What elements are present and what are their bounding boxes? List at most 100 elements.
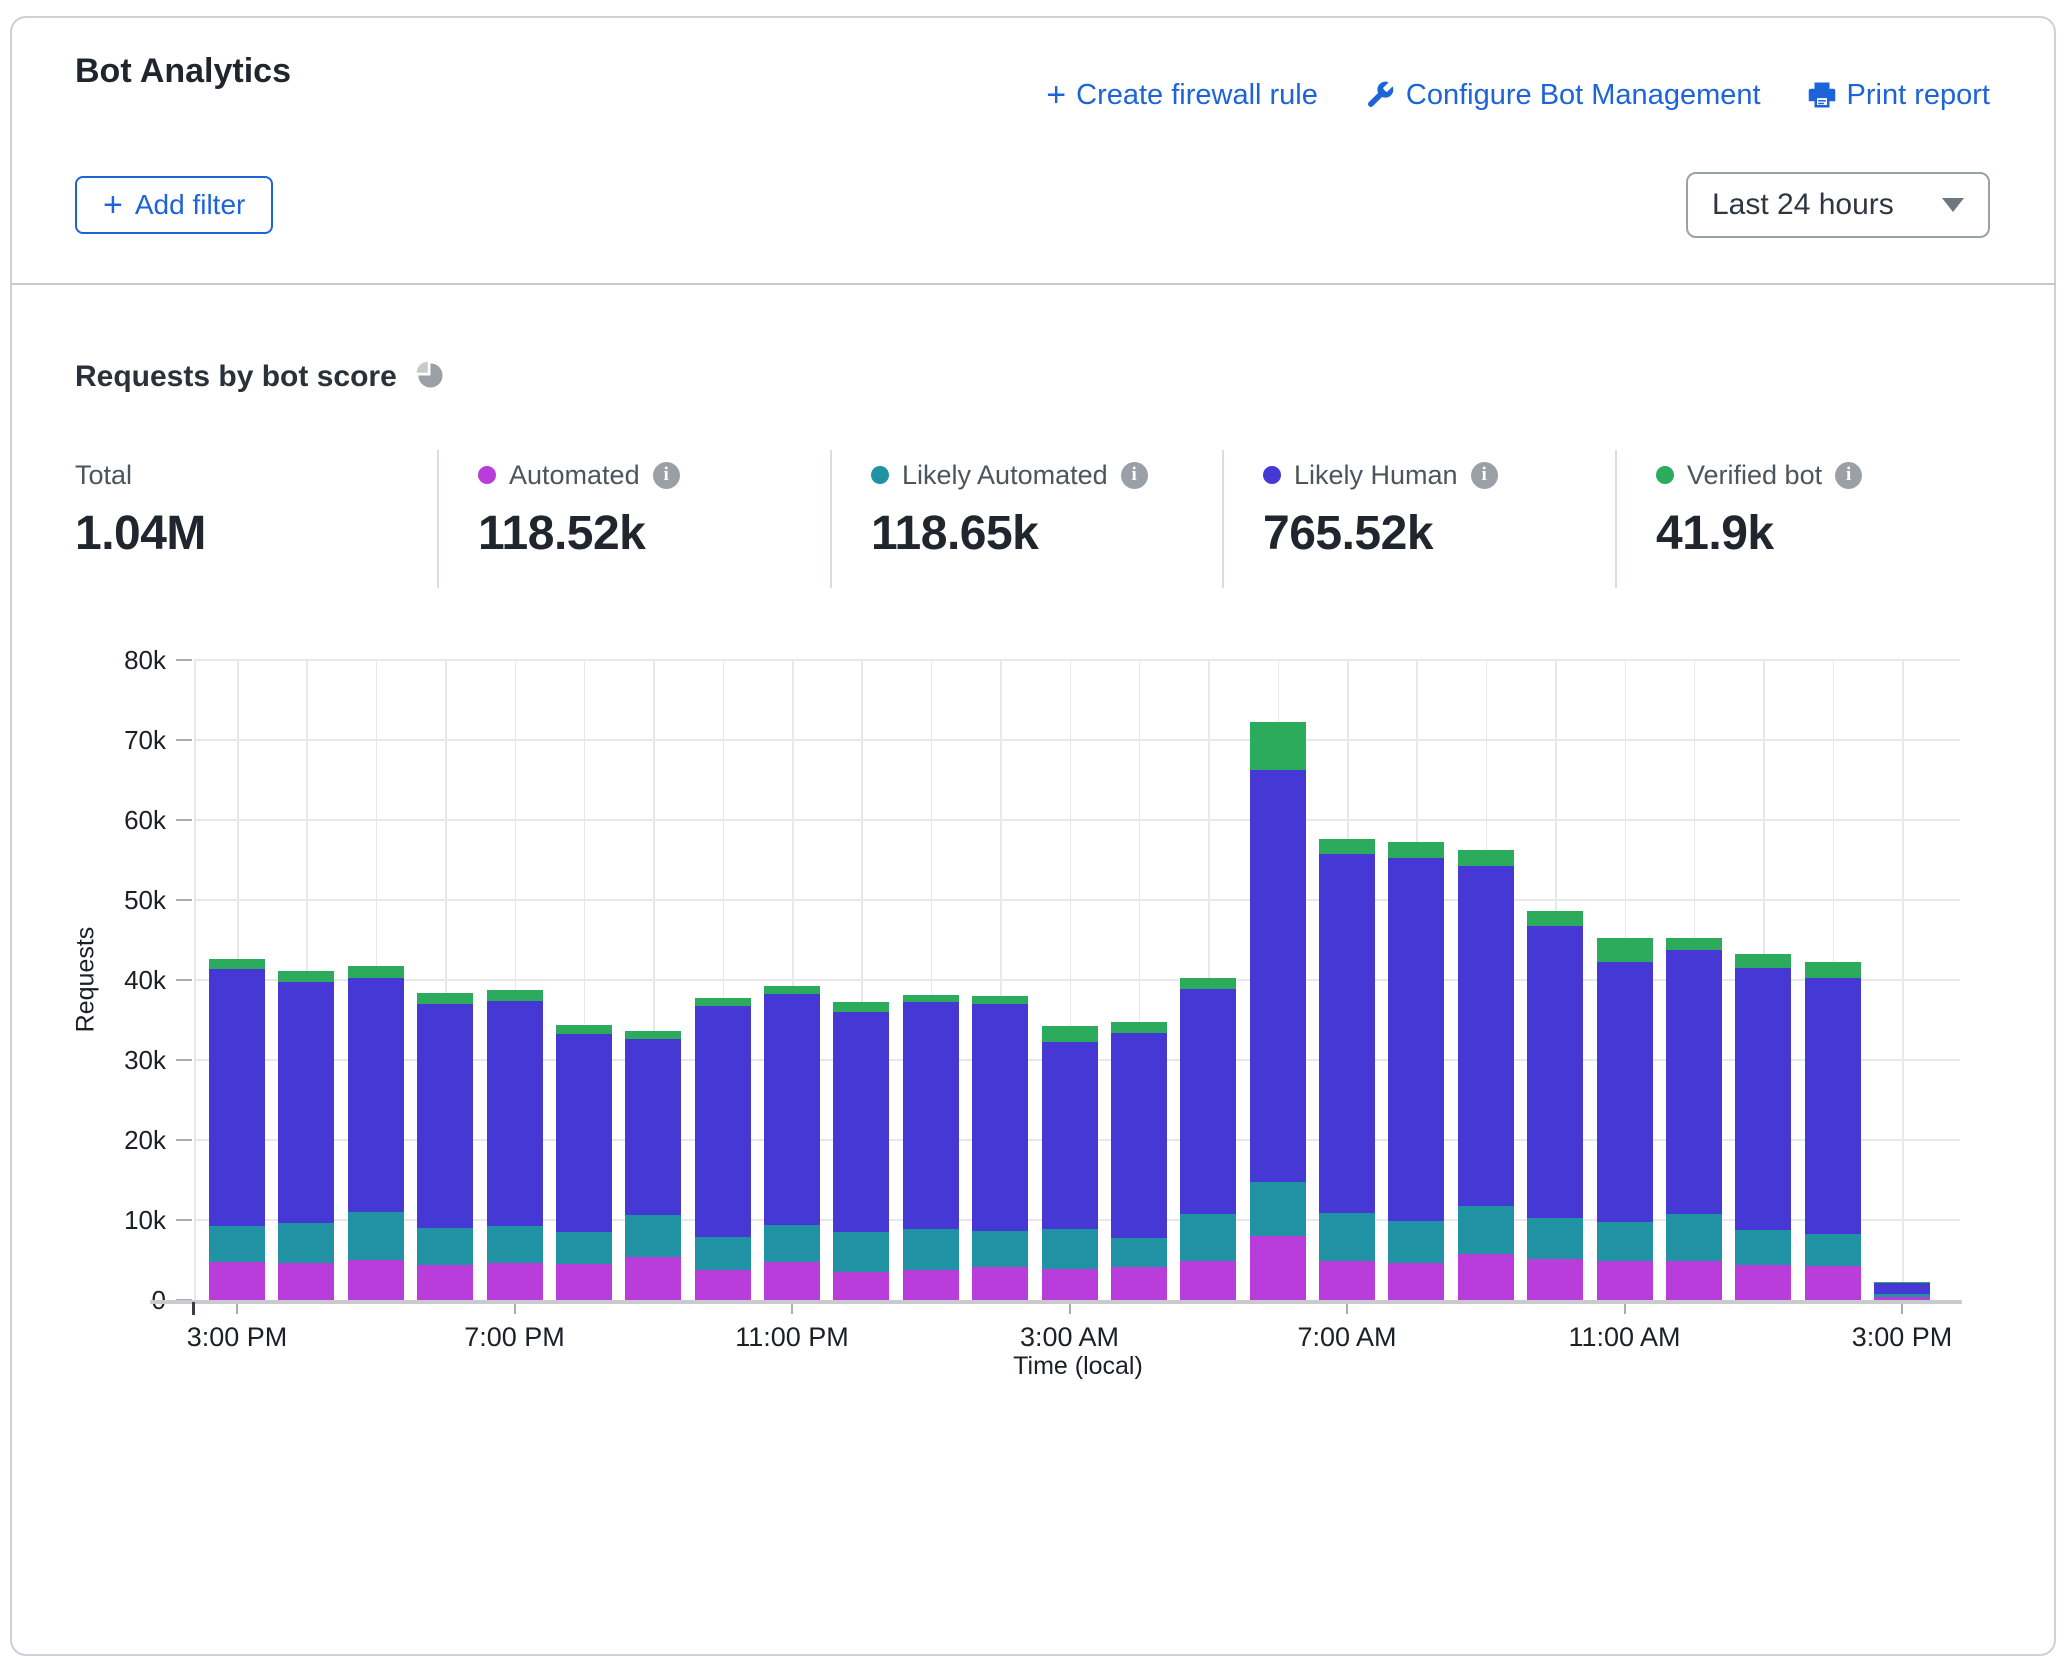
- bar-segment[interactable]: [1458, 866, 1514, 1206]
- stat-likely-human[interactable]: Likely Human i 765.52k: [1263, 458, 1498, 561]
- bar-segment[interactable]: [487, 1226, 543, 1264]
- bar-segment[interactable]: [209, 1226, 265, 1263]
- bar-segment[interactable]: [764, 1225, 820, 1262]
- bar-segment[interactable]: [1597, 938, 1653, 961]
- add-filter-button[interactable]: + Add filter: [75, 176, 273, 234]
- bar-segment[interactable]: [1666, 1261, 1722, 1300]
- bar-segment[interactable]: [1458, 850, 1514, 867]
- create-firewall-rule-link[interactable]: + Create firewall rule: [1046, 78, 1318, 112]
- bar-segment[interactable]: [348, 1212, 404, 1260]
- bar-segment[interactable]: [1458, 1206, 1514, 1253]
- stat-verified-bot[interactable]: Verified bot i 41.9k: [1656, 458, 1862, 561]
- bar-segment[interactable]: [833, 1002, 889, 1012]
- bar-segment[interactable]: [1805, 1234, 1861, 1266]
- bar-segment[interactable]: [1597, 1261, 1653, 1300]
- bar-segment[interactable]: [1250, 1182, 1306, 1236]
- bar-segment[interactable]: [1388, 842, 1444, 858]
- bar-segment[interactable]: [764, 994, 820, 1224]
- info-icon[interactable]: i: [1121, 462, 1148, 489]
- bar-segment[interactable]: [1388, 858, 1444, 1220]
- bar-segment[interactable]: [278, 1223, 334, 1263]
- bar-segment[interactable]: [1805, 1266, 1861, 1300]
- print-report-link[interactable]: Print report: [1807, 79, 1990, 112]
- bar-segment[interactable]: [417, 1228, 473, 1265]
- bar-segment[interactable]: [348, 1260, 404, 1300]
- bar-segment[interactable]: [1388, 1263, 1444, 1300]
- bar-segment[interactable]: [1180, 989, 1236, 1214]
- bar-segment[interactable]: [1319, 1261, 1375, 1300]
- bar-segment[interactable]: [972, 996, 1028, 1004]
- bar-segment[interactable]: [764, 986, 820, 994]
- bar-segment[interactable]: [1319, 1213, 1375, 1261]
- bar-segment[interactable]: [417, 1004, 473, 1228]
- bar-segment[interactable]: [278, 971, 334, 981]
- bar-segment[interactable]: [1042, 1026, 1098, 1041]
- bar-segment[interactable]: [972, 1231, 1028, 1267]
- bar-segment[interactable]: [1874, 1294, 1930, 1296]
- bar-segment[interactable]: [1527, 1259, 1583, 1300]
- bar-segment[interactable]: [833, 1272, 889, 1300]
- bar-segment[interactable]: [487, 1263, 543, 1300]
- bar-segment[interactable]: [1042, 1269, 1098, 1300]
- bar-segment[interactable]: [972, 1267, 1028, 1300]
- bar-segment[interactable]: [1319, 854, 1375, 1212]
- bar-segment[interactable]: [487, 990, 543, 1000]
- bar-segment[interactable]: [1527, 926, 1583, 1217]
- bar-segment[interactable]: [695, 998, 751, 1005]
- bar-segment[interactable]: [209, 959, 265, 969]
- bar-segment[interactable]: [1874, 1282, 1930, 1283]
- info-icon[interactable]: i: [653, 462, 680, 489]
- bar-segment[interactable]: [1735, 1265, 1791, 1300]
- bar-segment[interactable]: [1111, 1022, 1167, 1033]
- bar-segment[interactable]: [1458, 1254, 1514, 1300]
- stat-likely-automated[interactable]: Likely Automated i 118.65k: [871, 458, 1148, 561]
- bar-segment[interactable]: [903, 995, 959, 1001]
- bar-segment[interactable]: [833, 1012, 889, 1232]
- bar-segment[interactable]: [1735, 1230, 1791, 1265]
- bar-segment[interactable]: [417, 1265, 473, 1300]
- bar-segment[interactable]: [1180, 1261, 1236, 1300]
- bar-segment[interactable]: [695, 1237, 751, 1271]
- bar-segment[interactable]: [1111, 1033, 1167, 1239]
- configure-bot-management-link[interactable]: Configure Bot Management: [1364, 79, 1761, 112]
- bar-segment[interactable]: [1805, 978, 1861, 1233]
- bar-segment[interactable]: [1666, 950, 1722, 1214]
- bar-segment[interactable]: [833, 1232, 889, 1272]
- bar-segment[interactable]: [1805, 962, 1861, 978]
- bar-segment[interactable]: [903, 1270, 959, 1300]
- bar-segment[interactable]: [556, 1034, 612, 1232]
- bar-segment[interactable]: [625, 1215, 681, 1257]
- bar-segment[interactable]: [1042, 1042, 1098, 1229]
- bar-segment[interactable]: [695, 1006, 751, 1237]
- bar-segment[interactable]: [625, 1031, 681, 1039]
- bar-segment[interactable]: [1180, 1214, 1236, 1261]
- info-icon[interactable]: i: [1835, 462, 1862, 489]
- bar-segment[interactable]: [1180, 978, 1236, 988]
- bar-segment[interactable]: [1388, 1221, 1444, 1263]
- bar-segment[interactable]: [625, 1257, 681, 1300]
- bar-segment[interactable]: [278, 1263, 334, 1300]
- stat-automated[interactable]: Automated i 118.52k: [478, 458, 680, 561]
- bar-segment[interactable]: [1527, 911, 1583, 926]
- bar-segment[interactable]: [1735, 968, 1791, 1230]
- bar-segment[interactable]: [278, 982, 334, 1224]
- bar-segment[interactable]: [556, 1025, 612, 1034]
- bar-segment[interactable]: [695, 1270, 751, 1300]
- bar-segment[interactable]: [1874, 1297, 1930, 1300]
- bar-segment[interactable]: [1666, 938, 1722, 951]
- bar-segment[interactable]: [972, 1004, 1028, 1231]
- bar-segment[interactable]: [417, 993, 473, 1004]
- bar-segment[interactable]: [764, 1262, 820, 1300]
- bar-segment[interactable]: [1111, 1238, 1167, 1267]
- time-range-select[interactable]: Last 24 hours: [1686, 172, 1990, 238]
- bar-segment[interactable]: [1597, 1222, 1653, 1260]
- bar-segment[interactable]: [209, 1262, 265, 1300]
- bar-segment[interactable]: [556, 1232, 612, 1264]
- bar-segment[interactable]: [487, 1001, 543, 1226]
- bar-segment[interactable]: [625, 1039, 681, 1215]
- bar-segment[interactable]: [1597, 962, 1653, 1223]
- bar-segment[interactable]: [348, 966, 404, 978]
- bar-segment[interactable]: [556, 1264, 612, 1300]
- info-icon[interactable]: i: [1471, 462, 1498, 489]
- bar-segment[interactable]: [1250, 722, 1306, 770]
